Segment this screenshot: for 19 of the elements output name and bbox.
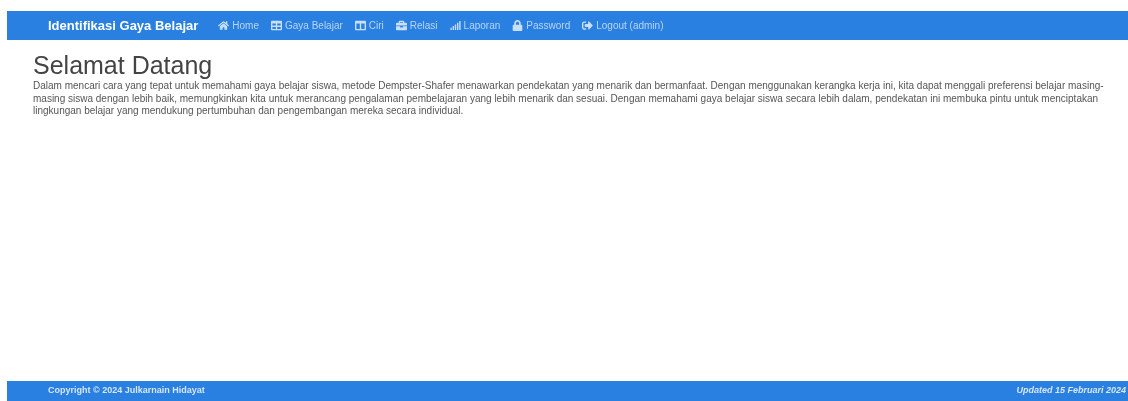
columns-icon <box>354 20 366 31</box>
intro-paragraph: Dalam mencari cara yang tepat untuk memahami gaya belajar siswa, metode Dempster-Shafer menawarkan pendekatan yang menarik dan bermanfaat. Dengan menggunakan kerangka kerja ini, kita dapat menggali preferensi belajar masing-masing siswa dengan lebih baik, memungkinkan kita untuk merancang pengalaman pembelajaran yang lebih menarik dan sesuai. Dengan memahami gaya belajar siswa secara lebih dalam, pendekatan ini membuka pintu untuk menciptakan lingkungan belajar yang mendukung pertumbuhan dan pengembangan mereka secara individual. <box>33 80 1105 118</box>
table-icon <box>271 20 282 31</box>
nav-link[interactable]: Logout (admin) <box>582 18 664 33</box>
nav-link[interactable]: Password <box>512 18 571 33</box>
bars-icon <box>449 20 461 31</box>
lock-icon <box>512 20 524 31</box>
nav-link[interactable]: Home <box>218 18 259 33</box>
updated-text: Updated 15 Februari 2024 <box>1016 384 1126 398</box>
page-heading: Selamat Datang <box>33 51 214 79</box>
briefcase-icon <box>395 20 407 31</box>
nav-link[interactable]: Relasi <box>395 18 438 33</box>
home-icon <box>218 20 230 31</box>
logout-icon <box>582 20 594 31</box>
brand-title[interactable]: Identifikasi Gaya Belajar <box>48 15 199 36</box>
nav-link[interactable]: Gaya Belajar <box>271 18 343 33</box>
copyright-text: Copyright © 2024 Julkarnain Hidayat <box>48 384 205 398</box>
nav-link[interactable]: Ciri <box>354 18 384 33</box>
nav-link[interactable]: Laporan <box>449 18 501 33</box>
